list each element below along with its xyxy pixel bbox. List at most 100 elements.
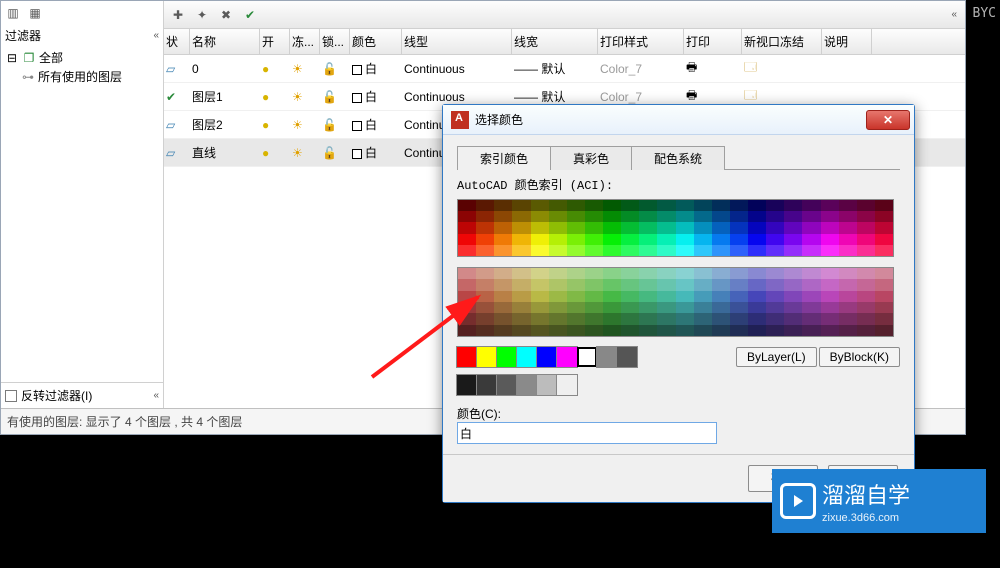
palette-cell[interactable] <box>657 211 675 222</box>
palette-cell[interactable] <box>857 291 875 302</box>
byblock-button[interactable]: ByBlock(K) <box>819 347 900 367</box>
palette-cell[interactable] <box>766 222 784 233</box>
gray-2[interactable] <box>477 375 497 395</box>
palette-cell[interactable] <box>821 325 839 336</box>
palette-cell[interactable] <box>639 313 657 324</box>
palette-cell[interactable] <box>512 222 530 233</box>
palette-cell[interactable] <box>730 200 748 211</box>
new-layer-vp-icon[interactable]: ✦ <box>192 5 212 25</box>
palette-cell[interactable] <box>766 302 784 313</box>
palette-cell[interactable] <box>857 222 875 233</box>
palette-cell[interactable] <box>657 291 675 302</box>
palette-cell[interactable] <box>585 325 603 336</box>
palette-cell[interactable] <box>839 222 857 233</box>
palette-cell[interactable] <box>730 279 748 290</box>
palette-cell[interactable] <box>857 302 875 313</box>
palette-cell[interactable] <box>585 211 603 222</box>
palette-cell[interactable] <box>531 279 549 290</box>
palette-cell[interactable] <box>748 268 766 279</box>
palette-cell[interactable] <box>839 313 857 324</box>
palette-cell[interactable] <box>712 200 730 211</box>
palette-cell[interactable] <box>802 279 820 290</box>
palette-cell[interactable] <box>603 234 621 245</box>
palette-cell[interactable] <box>821 222 839 233</box>
col-newvp[interactable]: 新视口冻结 <box>742 29 822 54</box>
palette-cell[interactable] <box>712 234 730 245</box>
palette-cell[interactable] <box>748 291 766 302</box>
palette-cell[interactable] <box>694 313 712 324</box>
palette-cell[interactable] <box>531 222 549 233</box>
palette-cell[interactable] <box>821 279 839 290</box>
palette-cell[interactable] <box>458 325 476 336</box>
palette-cell[interactable] <box>567 291 585 302</box>
gray-6[interactable] <box>557 375 577 395</box>
col-lineweight[interactable]: 线宽 <box>512 29 598 54</box>
palette-cell[interactable] <box>730 291 748 302</box>
color-cyan[interactable] <box>517 347 537 367</box>
palette-cell[interactable] <box>621 200 639 211</box>
palette-cell[interactable] <box>857 200 875 211</box>
filter-new-icon[interactable]: ▥ <box>3 3 23 23</box>
col-plotstyle[interactable]: 打印样式 <box>598 29 684 54</box>
sun-icon[interactable]: ☀ <box>290 116 320 134</box>
palette-cell[interactable] <box>639 245 657 256</box>
palette-cell[interactable] <box>657 279 675 290</box>
tree-all[interactable]: ⊟ ❐ 全部 <box>5 48 159 67</box>
col-freeze[interactable]: 冻... <box>290 29 320 54</box>
palette-cell[interactable] <box>694 245 712 256</box>
palette-cell[interactable] <box>784 291 802 302</box>
palette-cell[interactable] <box>567 211 585 222</box>
palette-cell[interactable] <box>567 279 585 290</box>
palette-cell[interactable] <box>676 325 694 336</box>
cell-linetype[interactable]: Continuous <box>402 88 512 106</box>
palette-cell[interactable] <box>458 200 476 211</box>
palette-cell[interactable] <box>694 279 712 290</box>
palette-cell[interactable] <box>712 245 730 256</box>
brand-banner[interactable]: 溜溜自学 zixue.3d66.com <box>772 469 986 533</box>
palette-cell[interactable] <box>784 302 802 313</box>
palette-cell[interactable] <box>585 234 603 245</box>
palette-cell[interactable] <box>476 200 494 211</box>
palette-cell[interactable] <box>621 234 639 245</box>
col-name[interactable]: 名称 <box>190 29 260 54</box>
palette-cell[interactable] <box>657 234 675 245</box>
sun-icon[interactable]: ☀ <box>290 88 320 106</box>
palette-cell[interactable] <box>821 234 839 245</box>
palette-cell[interactable] <box>458 234 476 245</box>
palette-cell[interactable] <box>802 291 820 302</box>
palette-cell[interactable] <box>476 313 494 324</box>
palette-cell[interactable] <box>549 279 567 290</box>
palette-cell[interactable] <box>603 245 621 256</box>
palette-cell[interactable] <box>494 302 512 313</box>
palette-cell[interactable] <box>730 234 748 245</box>
palette-cell[interactable] <box>549 245 567 256</box>
palette-cell[interactable] <box>676 313 694 324</box>
palette-cell[interactable] <box>730 245 748 256</box>
palette-cell[interactable] <box>603 325 621 336</box>
bulb-icon[interactable]: ● <box>260 116 290 134</box>
col-lock[interactable]: 锁... <box>320 29 350 54</box>
palette-cell[interactable] <box>694 211 712 222</box>
palette-cell[interactable] <box>875 222 893 233</box>
palette-cell[interactable] <box>821 211 839 222</box>
palette-cell[interactable] <box>512 291 530 302</box>
palette-cell[interactable] <box>802 325 820 336</box>
invert-checkbox[interactable] <box>5 390 17 402</box>
palette-cell[interactable] <box>603 222 621 233</box>
tab-index-color[interactable]: 索引颜色 <box>457 146 551 170</box>
palette-cell[interactable] <box>730 211 748 222</box>
delete-layer-icon[interactable]: ✖ <box>216 5 236 25</box>
color-green[interactable] <box>497 347 517 367</box>
palette-cell[interactable] <box>676 245 694 256</box>
palette-cell[interactable] <box>458 222 476 233</box>
palette-cell[interactable] <box>802 245 820 256</box>
palette-cell[interactable] <box>531 200 549 211</box>
palette-cell[interactable] <box>549 302 567 313</box>
palette-cell[interactable] <box>766 245 784 256</box>
lock-icon[interactable]: 🔓 <box>320 116 350 134</box>
palette-cell[interactable] <box>549 313 567 324</box>
palette-cell[interactable] <box>458 211 476 222</box>
palette-cell[interactable] <box>621 325 639 336</box>
tree-used[interactable]: ⊶ 所有使用的图层 <box>5 67 159 86</box>
gray-1[interactable] <box>457 375 477 395</box>
